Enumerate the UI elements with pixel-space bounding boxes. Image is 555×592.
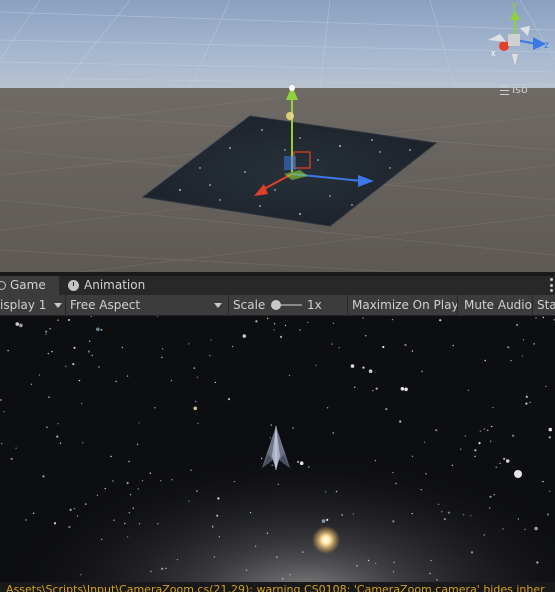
bright-star — [514, 470, 522, 478]
scale-label: Scale — [233, 298, 266, 312]
display-dropdown[interactable]: isplay 1 — [0, 295, 64, 315]
stats-button[interactable]: Sta — [533, 295, 555, 315]
divider — [228, 295, 229, 315]
tab-animation[interactable]: Animation — [66, 276, 166, 295]
tab-game[interactable]: Game — [0, 276, 59, 295]
tab-animation-label: Animation — [84, 278, 146, 292]
chevron-down-icon — [214, 303, 222, 308]
gizmo-z-label: z — [544, 40, 549, 51]
aspect-value: Free Aspect — [70, 298, 141, 312]
hamburger-icon — [500, 85, 509, 95]
mute-audio-button[interactable]: Mute Audio — [458, 295, 532, 315]
chevron-down-icon — [54, 303, 62, 308]
aspect-dropdown[interactable]: Free Aspect — [68, 295, 226, 315]
projection-toggle[interactable]: Iso — [500, 83, 528, 96]
bright-star — [312, 526, 340, 554]
scale-slider-handle[interactable] — [271, 300, 281, 310]
display-value: isplay 1 — [0, 298, 47, 312]
game-tab-bar: Game Animation — [0, 276, 555, 295]
scene-view[interactable]: y z x Iso — [0, 0, 555, 273]
projection-label: Iso — [512, 83, 528, 96]
more-options-icon[interactable] — [550, 278, 553, 292]
console-warning-text: Assets\Scripts\Input\CameraZoom.cs(21,29… — [6, 583, 545, 592]
console-status-bar[interactable]: Assets\Scripts\Input\CameraZoom.cs(21,29… — [0, 582, 555, 592]
clock-icon — [68, 280, 79, 291]
gizmo-x-label: x — [491, 48, 496, 58]
tab-game-label: Game — [10, 278, 46, 292]
scene-viewport[interactable]: y z x — [0, 0, 555, 273]
gizmo-y-label: y — [512, 0, 517, 11]
scale-value: 1x — [307, 298, 322, 312]
maximize-on-play-button[interactable]: Maximize On Play — [349, 295, 457, 315]
game-viewport[interactable] — [0, 316, 555, 582]
divider — [65, 295, 66, 315]
game-controller-icon — [0, 281, 6, 290]
game-toolbar: isplay 1 Free Aspect Scale 1x Maximize O… — [0, 295, 555, 316]
divider — [347, 295, 348, 315]
